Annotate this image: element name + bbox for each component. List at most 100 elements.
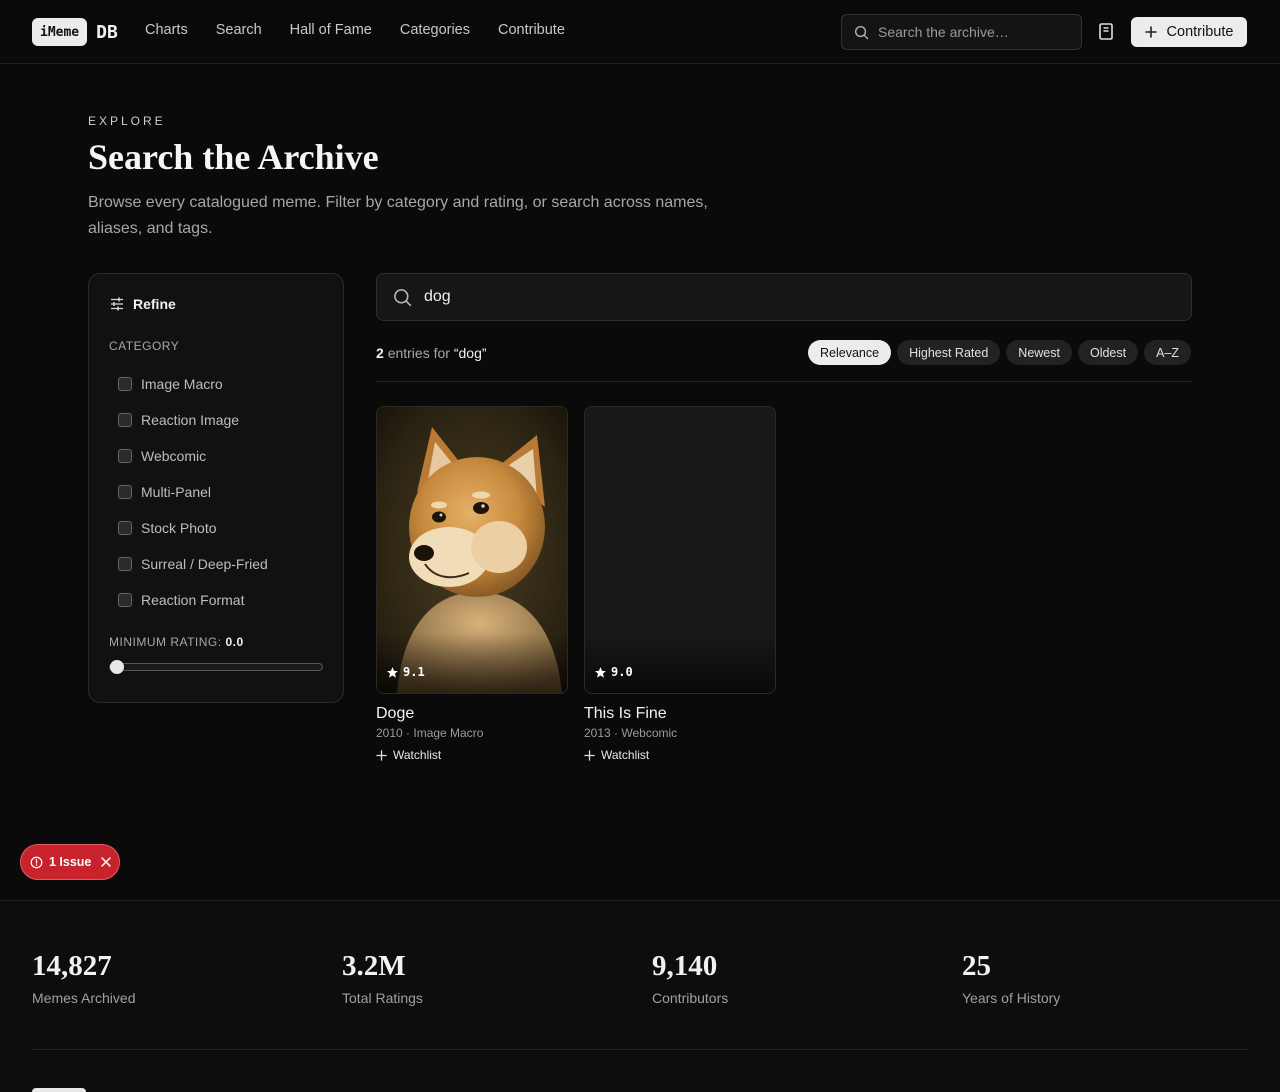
sort-options: Relevance Highest Rated Newest Oldest A–… [808, 340, 1192, 365]
rating-badge: 9.0 [594, 665, 633, 679]
plus-icon [584, 749, 595, 761]
sort-newest[interactable]: Newest [1006, 340, 1072, 365]
stat-memes-archived: 14,827 Memes Archived [32, 950, 135, 1006]
site-logo[interactable]: iMeme DB [32, 18, 118, 46]
top-nav-bar: iMeme DB Charts Search Hall of Fame Cate… [0, 0, 1280, 64]
stat-value: 25 [962, 950, 991, 982]
min-rating-value: 0.0 [225, 635, 244, 649]
close-icon[interactable] [101, 857, 112, 867]
result-title[interactable]: Doge [376, 705, 568, 723]
stat-value: 14,827 [32, 950, 112, 982]
watchlist-button[interactable]: Watchlist [584, 748, 776, 762]
footer-divider [32, 1049, 1248, 1050]
stat-years-of-history: 25 Years of History [962, 950, 1060, 1006]
nav-search[interactable]: Search [216, 22, 262, 38]
category-checkbox[interactable] [118, 521, 132, 535]
category-list: Image Macro Reaction Image Webcomic Mult… [118, 366, 268, 618]
issue-badge-label: 1 Issue [49, 855, 92, 869]
star-icon [387, 666, 398, 678]
watchlist-button[interactable]: Watchlist [376, 748, 568, 762]
category-label-text: Webcomic [141, 448, 207, 464]
min-rating-slider-thumb[interactable] [110, 660, 124, 674]
category-label-text: Image Macro [141, 376, 223, 392]
category-webcomic[interactable]: Webcomic [118, 438, 268, 474]
category-checkbox[interactable] [118, 485, 132, 499]
category-surreal-deep-fried[interactable]: Surreal / Deep-Fried [118, 546, 268, 582]
category-reaction-image[interactable]: Reaction Image [118, 402, 268, 438]
category-label-text: Reaction Format [141, 592, 245, 608]
sort-oldest[interactable]: Oldest [1077, 340, 1139, 365]
watchlist-label: Watchlist [393, 748, 442, 762]
category-checkbox[interactable] [118, 557, 132, 571]
logo-suffix: DB [96, 21, 118, 43]
nav-contribute[interactable]: Contribute [498, 22, 565, 38]
category-checkbox[interactable] [118, 377, 132, 391]
category-stock-photo[interactable]: Stock Photo [118, 510, 268, 546]
result-card-doge[interactable]: 9.1 Doge 2010 · Image Macro Watchlist [376, 406, 568, 762]
plus-icon [376, 749, 387, 761]
result-title[interactable]: This Is Fine [584, 705, 776, 723]
search-icon [854, 25, 869, 39]
rating-badge: 9.1 [386, 665, 425, 679]
refine-panel: Refine CATEGORY Image Macro Reaction Ima… [88, 273, 344, 703]
results-count-text: entries for [387, 345, 450, 361]
watchlist-label: Watchlist [601, 748, 650, 762]
issue-badge[interactable]: 1 Issue [20, 844, 120, 880]
result-thumbnail[interactable]: 9.0 [584, 406, 776, 694]
nav-charts[interactable]: Charts [145, 22, 188, 38]
stat-contributors: 9,140 Contributors [652, 950, 728, 1006]
category-reaction-format[interactable]: Reaction Format [118, 582, 268, 618]
category-image-macro[interactable]: Image Macro [118, 366, 268, 402]
category-label-text: Multi-Panel [141, 484, 212, 500]
search-input-value: dog [424, 288, 451, 305]
plus-icon [1144, 26, 1157, 38]
result-meta: 2013 · Webcomic [584, 726, 678, 740]
footer-logo[interactable] [32, 1088, 86, 1092]
sort-highest-rated[interactable]: Highest Rated [897, 340, 1001, 365]
nav-hall-of-fame[interactable]: Hall of Fame [290, 22, 372, 38]
stat-label: Memes Archived [32, 990, 136, 1006]
stat-label: Total Ratings [342, 990, 423, 1006]
results-divider [376, 381, 1192, 382]
min-rating-slider-track[interactable] [109, 663, 323, 671]
sort-a-z[interactable]: A–Z [1144, 340, 1192, 365]
category-label-text: Reaction Image [141, 412, 240, 428]
category-checkbox[interactable] [118, 413, 132, 427]
search-input[interactable]: dog [376, 273, 1192, 321]
refine-title: Refine [133, 296, 176, 312]
results-count-query: “dog” [453, 345, 487, 361]
header-search-placeholder: Search the archive… [878, 24, 1009, 40]
category-multi-panel[interactable]: Multi-Panel [118, 474, 268, 510]
header-search-input[interactable]: Search the archive… [841, 14, 1082, 50]
stat-value: 9,140 [652, 950, 718, 982]
category-checkbox[interactable] [118, 593, 132, 607]
results-count: 2 entries for “dog” [376, 345, 487, 361]
stat-label: Contributors [652, 990, 729, 1006]
stat-total-ratings: 3.2M Total Ratings [342, 950, 423, 1006]
thumbnail-shade [585, 633, 775, 693]
stat-label: Years of History [962, 990, 1061, 1006]
watchlist-bookmark-icon[interactable] [1097, 22, 1115, 42]
page-subtitle: Browse every catalogued meme. Filter by … [88, 194, 708, 237]
results-count-number: 2 [376, 345, 384, 361]
sort-relevance[interactable]: Relevance [808, 340, 892, 365]
footer [0, 901, 1280, 1092]
category-label-text: Surreal / Deep-Fried [141, 556, 268, 572]
thumbnail-shade [377, 633, 567, 693]
contribute-button-label: Contribute [1166, 24, 1234, 40]
category-checkbox[interactable] [118, 449, 132, 463]
min-rating-text: MINIMUM RATING: [109, 635, 222, 649]
contribute-button[interactable]: Contribute [1131, 17, 1247, 47]
page-title: Search the Archive [88, 137, 379, 177]
nav-categories[interactable]: Categories [400, 22, 470, 38]
result-card-this-is-fine[interactable]: 9.0 This Is Fine 2013 · Webcomic Watchli… [584, 406, 776, 762]
star-icon [595, 666, 606, 678]
result-meta: 2010 · Image Macro [376, 726, 484, 740]
rating-value: 9.0 [611, 665, 633, 679]
refine-header: Refine [109, 296, 176, 312]
page-eyebrow: EXPLORE [88, 114, 166, 128]
alert-circle-icon [30, 856, 43, 868]
result-thumbnail[interactable]: 9.1 [376, 406, 568, 694]
rating-value: 9.1 [403, 665, 425, 679]
category-label-text: Stock Photo [141, 520, 217, 536]
